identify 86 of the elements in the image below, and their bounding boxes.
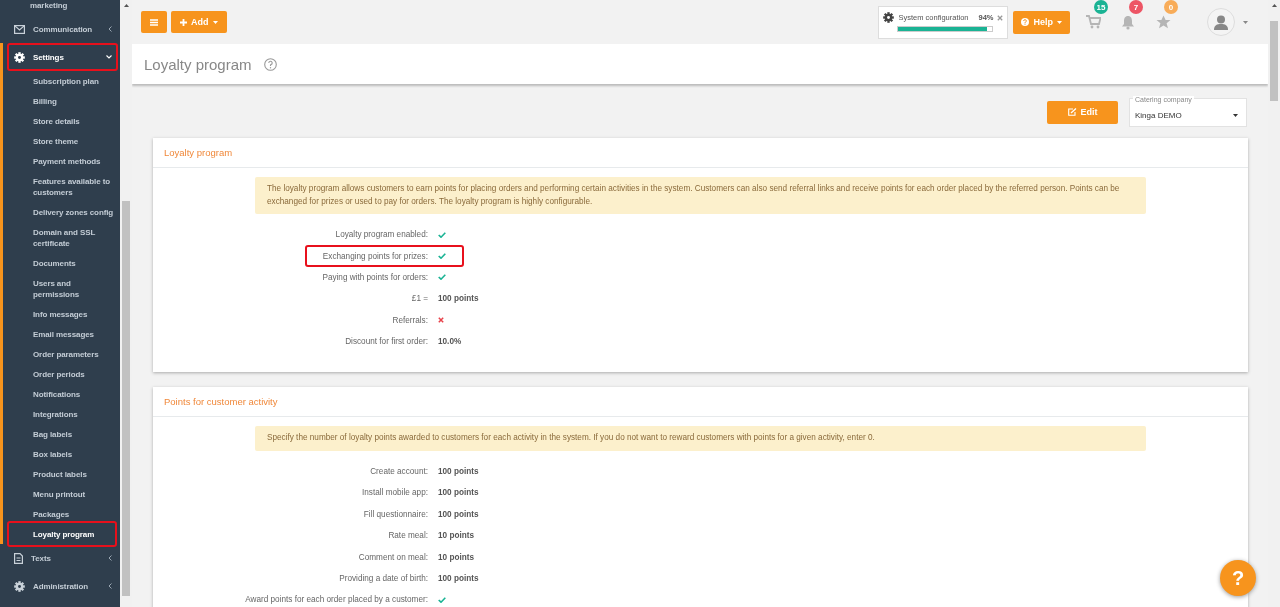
gear-icon xyxy=(14,51,25,63)
sidebar-subitem[interactable]: Users and permissions xyxy=(3,273,120,304)
sidebar-subitem[interactable]: Domain and SSL certificate xyxy=(3,222,120,253)
sidebar-item[interactable]: marketing xyxy=(0,0,120,15)
bell-icon xyxy=(1121,14,1135,30)
field-value: 10 points xyxy=(438,531,474,541)
scroll-up-icon[interactable] xyxy=(1271,4,1277,7)
sidebar-subitem[interactable]: Product labels xyxy=(3,464,120,484)
sidebar-subitem[interactable]: Billing xyxy=(3,91,120,111)
field-label: Referrals: xyxy=(391,315,429,325)
field-value: 10 points xyxy=(438,552,474,562)
sidebar-subitem[interactable]: Integrations xyxy=(3,404,120,424)
field-label: Rate meal: xyxy=(387,531,429,541)
document-icon xyxy=(14,552,23,564)
sidebar-subitem[interactable]: Email messages xyxy=(3,324,120,344)
scrollbar-thumb[interactable] xyxy=(122,201,130,596)
sidebar-subitem[interactable]: Box labels xyxy=(3,444,120,464)
count-badge: 0 xyxy=(1164,0,1178,14)
page-title: Loyalty program xyxy=(144,55,252,73)
sidebar-subitem[interactable]: Order parameters xyxy=(3,344,120,364)
sidebar-subitem[interactable]: Order periods xyxy=(3,364,120,384)
sidebar-subitem[interactable]: Info messages xyxy=(3,304,120,324)
caret-icon xyxy=(1057,20,1062,24)
menu-icon xyxy=(150,18,158,26)
gear-icon xyxy=(14,580,25,592)
menu-button[interactable] xyxy=(141,11,167,33)
user-icon xyxy=(1214,14,1228,30)
field-label: Install mobile app: xyxy=(361,488,429,498)
scroll-up-icon[interactable] xyxy=(123,4,129,7)
sidebar-section[interactable]: Communication xyxy=(0,15,120,43)
info-message: Specify the number of loyalty points awarded to customers for each activity in the system. If you do not want to reward customers with points for a given activity, enter 0. xyxy=(255,426,1146,451)
field-value: 100 points xyxy=(438,467,479,477)
count-badge: 7 xyxy=(1129,0,1143,14)
chevron-left-icon xyxy=(108,26,112,32)
field-label: Exchanging points for prizes: xyxy=(321,251,429,261)
plus-icon xyxy=(180,18,187,26)
field-label: Comment on meal: xyxy=(357,552,429,562)
field-value: 100 points xyxy=(438,574,479,583)
chevron-left-icon xyxy=(108,583,112,589)
field-value: 100 points xyxy=(438,294,479,304)
star-icon xyxy=(1155,15,1171,29)
field-label: £1 = xyxy=(410,294,429,304)
field-label: Fill questionnaire: xyxy=(362,509,429,519)
sidebar-subitem[interactable]: Documents xyxy=(3,253,120,273)
sidebar-subitem[interactable]: Subscription plan xyxy=(3,71,120,91)
question-icon xyxy=(1021,18,1030,26)
panel-title: Loyalty program xyxy=(153,138,1248,168)
field-label: Providing a date of birth: xyxy=(338,574,429,583)
edit-icon xyxy=(1067,108,1077,116)
gear-icon xyxy=(883,12,895,23)
field-label: Award points for each order placed by a customer: xyxy=(244,595,429,605)
sidebar-subitem[interactable]: Payment methods xyxy=(3,151,120,171)
field-label: Create account: xyxy=(369,467,429,477)
sidebar-subitem[interactable]: Store details xyxy=(3,111,120,131)
field-value: 100 points xyxy=(438,488,479,498)
sidebar-subitem[interactable]: Bag labels xyxy=(3,424,120,444)
sidebar-subitem[interactable]: Delivery zones config xyxy=(3,202,120,222)
sidebar-subitem[interactable]: Loyalty program xyxy=(3,524,120,544)
close-icon[interactable] xyxy=(997,14,1004,21)
sidebar-subitem[interactable]: Notifications xyxy=(3,384,120,404)
sidebar-section[interactable]: Administration xyxy=(0,572,120,600)
field-label: Discount for first order: xyxy=(344,337,429,347)
field-value: 100 points xyxy=(438,509,479,519)
avatar[interactable] xyxy=(1207,8,1235,36)
sidebar-subitem[interactable]: Packages xyxy=(3,504,120,524)
cart-icon xyxy=(1085,15,1101,29)
help-icon[interactable] xyxy=(263,57,277,71)
sidebar-subitem[interactable]: Menu printout xyxy=(3,484,120,504)
chevron-down-icon xyxy=(106,55,112,59)
field-value: 10.0% xyxy=(438,337,462,347)
field-label: Paying with points for orders: xyxy=(321,272,429,282)
info-message: The loyalty program allows customers to earn points for placing orders and performing certain activities in the system. Customers can also send referral links and receive points for each order placed by the referred person. Points can be exchanged for prizes or used to pay for orders. The loyalty program is highly configurable. xyxy=(255,177,1146,214)
scrollbar-thumb[interactable] xyxy=(1270,21,1278,101)
envelope-icon xyxy=(14,24,25,34)
sidebar-section[interactable]: Texts xyxy=(0,544,120,572)
sidebar-subitem[interactable]: Store theme xyxy=(3,131,120,151)
scrollbar[interactable] xyxy=(120,0,132,607)
caret-icon xyxy=(212,20,218,24)
chevron-left-icon xyxy=(108,555,112,561)
caret-icon[interactable] xyxy=(1243,20,1248,24)
caret-icon xyxy=(1233,113,1238,117)
count-badge: 15 xyxy=(1094,0,1108,14)
sidebar-subitem[interactable]: Features available to customers xyxy=(3,171,120,202)
panel-title: Points for customer activity xyxy=(153,387,1248,418)
sidebar-section[interactable]: Settings xyxy=(3,43,120,71)
field-label: Loyalty program enabled: xyxy=(334,230,429,240)
